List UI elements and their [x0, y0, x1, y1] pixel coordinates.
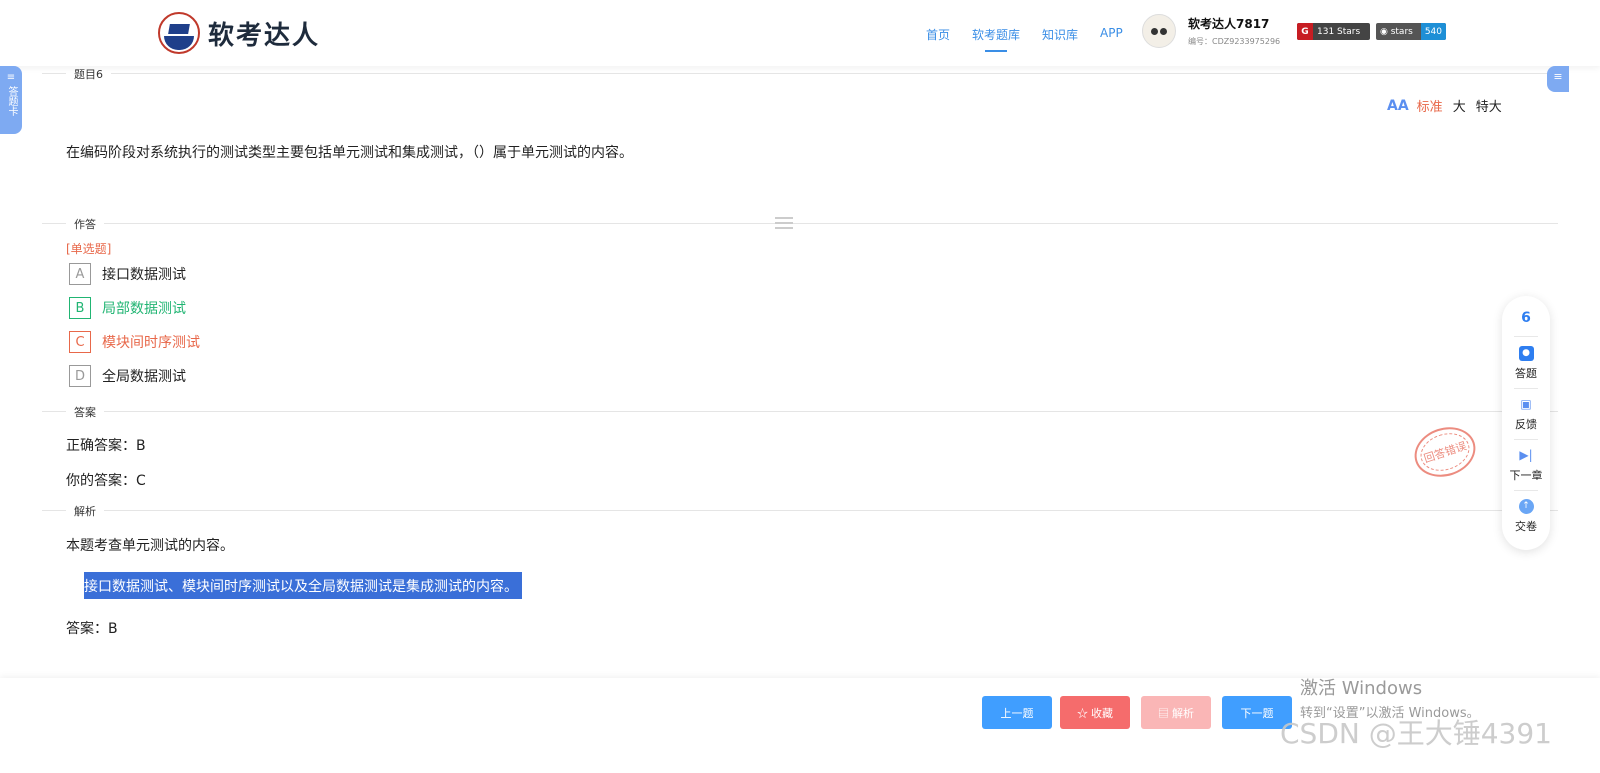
answer-card-label: 答题卡 — [6, 86, 17, 116]
right-menu-tab[interactable]: ≡ — [1547, 66, 1569, 92]
avatar[interactable] — [1142, 14, 1176, 48]
chat-icon: ▣ — [1520, 397, 1532, 411]
font-size-icon: AA — [1387, 97, 1409, 114]
logo-text: 软考达人 — [208, 20, 321, 51]
question-text: 在编码阶段对系统执行的测试类型主要包括单元测试和集成测试，（）属于单元测试的内容… — [66, 145, 633, 161]
favorite-button[interactable]: ☆ 收藏 — [1060, 696, 1130, 729]
question-number-label: 题目6 — [66, 66, 111, 82]
github-stars-badge[interactable]: ◉ stars 540 — [1376, 23, 1446, 40]
gitee-stars-badge[interactable]: G 131 Stars — [1297, 23, 1370, 40]
answer-section-label: 作答 — [66, 216, 104, 232]
logo[interactable]: 软考达人 — [158, 12, 320, 54]
explain-button[interactable]: ▤ 解析 — [1141, 696, 1211, 729]
drag-handle-icon[interactable] — [775, 217, 793, 229]
selected-explanation-text: 接口数据测试、模块间时序测试以及全局数据测试是集成测试的内容。 — [84, 572, 522, 599]
option-b[interactable]: B 局部数据测试 — [69, 297, 186, 319]
nav-knowledge[interactable]: 知识库 — [1042, 26, 1078, 43]
divider — [42, 73, 1558, 74]
your-answer: 你的答案：C — [66, 473, 146, 489]
gitee-icon: G — [1297, 23, 1313, 40]
user-name: 软考达人7817 — [1188, 17, 1270, 31]
upload-arrow-icon: ↑ — [1518, 499, 1534, 514]
font-size-xlarge[interactable]: 特大 — [1476, 96, 1502, 115]
divider — [42, 510, 1558, 511]
current-question-number: 6 — [1521, 310, 1531, 326]
floating-action-panel: 6 ● 答题 ▣ 反馈 ▶| 下一章 ↑ 交卷 — [1502, 296, 1550, 550]
result-section-label: 答案 — [66, 404, 104, 420]
prev-question-button[interactable]: 上一题 — [982, 696, 1052, 729]
skip-next-icon: ▶| — [1519, 448, 1533, 462]
explanation-answer: 答案：B — [66, 621, 118, 637]
correct-answer: 正确答案：B — [66, 438, 146, 454]
font-size-large[interactable]: 大 — [1453, 96, 1466, 115]
user-profile[interactable]: 软考达人7817 编号：CDZ9233975296 — [1142, 14, 1280, 48]
option-c[interactable]: C 模块间时序测试 — [69, 331, 200, 353]
nav-question-bank[interactable]: 软考题库 — [972, 26, 1020, 52]
answer-icon: ● — [1518, 346, 1534, 361]
main-nav: 首页 软考题库 知识库 APP — [926, 26, 1145, 52]
csdn-watermark: CSDN @王大锤4391 — [1280, 717, 1552, 750]
answer-card-tab[interactable]: ≡ 答题卡 — [0, 66, 22, 134]
question-type: [单选题] — [66, 242, 112, 256]
nav-app[interactable]: APP — [1100, 26, 1123, 43]
github-icon: ◉ stars — [1380, 26, 1413, 37]
divider — [42, 411, 1558, 412]
logo-emblem-icon — [158, 12, 200, 54]
user-id: 编号：CDZ9233975296 — [1188, 37, 1281, 46]
explanation-line: 本题考查单元测试的内容。 — [66, 538, 234, 554]
answer-button[interactable]: ● 答题 — [1502, 346, 1550, 381]
option-a[interactable]: A 接口数据测试 — [69, 263, 186, 285]
next-chapter-button[interactable]: ▶| 下一章 — [1502, 448, 1550, 483]
option-d[interactable]: D 全局数据测试 — [69, 365, 186, 387]
header: 软考达人 首页 软考题库 知识库 APP 软考达人7817 编号：CDZ9233… — [0, 0, 1600, 66]
menu-icon: ≡ — [1553, 70, 1563, 83]
font-size-switcher: AA 标准 大 特大 — [1387, 96, 1512, 116]
feedback-button[interactable]: ▣ 反馈 — [1502, 397, 1550, 432]
menu-icon: ≡ — [6, 72, 16, 83]
wrong-answer-stamp: 回答错误 — [1408, 419, 1482, 485]
divider — [42, 223, 1558, 224]
submit-button[interactable]: ↑ 交卷 — [1502, 499, 1550, 534]
explanation-section-label: 解析 — [66, 503, 104, 519]
nav-home[interactable]: 首页 — [926, 26, 950, 43]
question-content: 题目6 AA 标准 大 特大 在编码阶段对系统执行的测试类型主要包括单元测试和集… — [0, 66, 1600, 660]
font-size-standard[interactable]: 标准 — [1417, 96, 1443, 115]
